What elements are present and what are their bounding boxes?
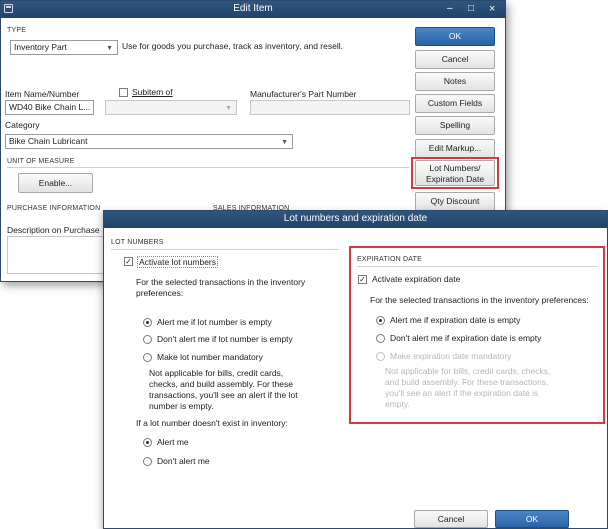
item-name-label: Item Name/Number — [5, 89, 80, 99]
maximize-icon[interactable]: □ — [468, 1, 474, 17]
manufacturer-label: Manufacturer's Part Number — [250, 89, 357, 99]
close-icon[interactable]: × — [489, 1, 495, 17]
exp-alert-empty-radio[interactable] — [376, 316, 385, 325]
edit-item-title: Edit Item — [233, 3, 273, 14]
lot-numbers-button[interactable]: Lot Numbers/ Expiration Date — [415, 160, 495, 186]
purchase-section-label: PURCHASE INFORMATION — [7, 205, 101, 212]
type-section-label: TYPE — [7, 27, 27, 34]
lot-mandatory-label: Make lot number mandatory — [157, 352, 263, 362]
edit-markup-button[interactable]: Edit Markup... — [415, 139, 495, 158]
type-select-value: Inventory Part — [14, 42, 67, 52]
subitem-checkbox[interactable] — [119, 88, 128, 97]
exp-dont-alert-radio[interactable] — [376, 334, 385, 343]
edit-item-titlebar: Edit Item – □ × — [1, 1, 505, 18]
type-select[interactable]: Inventory Part ▼ — [10, 40, 118, 55]
lot-prefs-text: For the selected transactions in the inv… — [136, 277, 306, 298]
lot-numbers-button-line2: Expiration Date — [425, 174, 485, 184]
item-name-value: WD40 Bike Chain L... — [9, 102, 91, 112]
not-exist-alert-radio[interactable] — [143, 438, 152, 447]
category-select[interactable]: Bike Chain Lubricant ▼ — [5, 134, 293, 149]
lot-alert-empty-radio[interactable] — [143, 318, 152, 327]
exp-dont-alert-label: Don't alert me if expiration date is emp… — [390, 333, 542, 343]
lot-note: Not applicable for bills, credit cards, … — [149, 368, 298, 411]
chevron-down-icon: ▼ — [225, 105, 232, 112]
lot-dialog-title: Lot numbers and expiration date — [283, 213, 428, 224]
category-label: Category — [5, 120, 40, 130]
activate-lot-checkbox[interactable]: ✓ — [124, 257, 133, 266]
lot-dont-alert-label: Don't alert me if lot number is empty — [157, 334, 293, 344]
cancel-button[interactable]: Cancel — [415, 50, 495, 69]
chevron-down-icon: ▼ — [106, 45, 113, 52]
not-exist-text: If a lot number doesn't exist in invento… — [136, 418, 288, 428]
minimize-icon[interactable]: – — [447, 1, 453, 17]
activate-exp-checkbox[interactable]: ✓ — [358, 275, 367, 284]
enable-button[interactable]: Enable... — [18, 173, 93, 193]
subitem-label: Subitem of — [132, 87, 173, 97]
lot-dialog: Lot numbers and expiration date LOT NUMB… — [103, 210, 608, 529]
ok-button[interactable]: OK — [495, 510, 569, 528]
exp-mandatory-radio[interactable] — [376, 352, 385, 361]
activate-exp-label: Activate expiration date — [372, 274, 461, 284]
not-exist-alert-label: Alert me — [157, 437, 189, 447]
window-menu-icon[interactable] — [4, 4, 13, 13]
qty-discount-button[interactable]: Qty Discount — [415, 192, 495, 211]
item-name-input[interactable]: WD40 Bike Chain L... — [5, 100, 94, 115]
lot-section-label: LOT NUMBERS — [111, 239, 164, 246]
lot-dont-alert-radio[interactable] — [143, 335, 152, 344]
notes-button[interactable]: Notes — [415, 72, 495, 91]
lot-dialog-titlebar: Lot numbers and expiration date — [104, 211, 607, 228]
not-exist-dont-alert-radio[interactable] — [143, 457, 152, 466]
exp-note: Not applicable for bills, credit cards, … — [385, 366, 551, 409]
lot-alert-empty-label: Alert me if lot number is empty — [157, 317, 272, 327]
divider — [357, 266, 597, 267]
category-value: Bike Chain Lubricant — [9, 136, 88, 146]
lot-mandatory-radio[interactable] — [143, 353, 152, 362]
exp-prefs-text: For the selected transactions in the inv… — [370, 295, 589, 305]
manufacturer-part-input[interactable] — [250, 100, 410, 115]
subitem-select[interactable]: ▼ — [105, 100, 237, 115]
exp-section-label: EXPIRATION DATE — [357, 256, 422, 263]
unit-section-label: UNIT OF MEASURE — [7, 158, 75, 165]
ok-button[interactable]: OK — [415, 27, 495, 46]
exp-mandatory-label: Make expiration date mandatory — [390, 351, 512, 361]
chevron-down-icon: ▼ — [281, 139, 288, 146]
purchase-description-input[interactable] — [7, 236, 104, 274]
lot-numbers-button-line1: Lot Numbers/ — [429, 163, 481, 173]
not-exist-dont-alert-label: Don't alert me — [157, 456, 210, 466]
exp-alert-empty-label: Alert me if expiration date is empty — [390, 315, 521, 325]
purchase-description-label: Description on Purchase — [7, 225, 100, 235]
type-description: Use for goods you purchase, track as inv… — [122, 41, 343, 51]
custom-fields-button[interactable]: Custom Fields — [415, 94, 495, 113]
divider — [111, 249, 339, 250]
spelling-button[interactable]: Spelling — [415, 116, 495, 135]
divider — [7, 167, 409, 168]
cancel-button[interactable]: Cancel — [414, 510, 488, 528]
activate-lot-label: Activate lot numbers — [137, 256, 219, 268]
